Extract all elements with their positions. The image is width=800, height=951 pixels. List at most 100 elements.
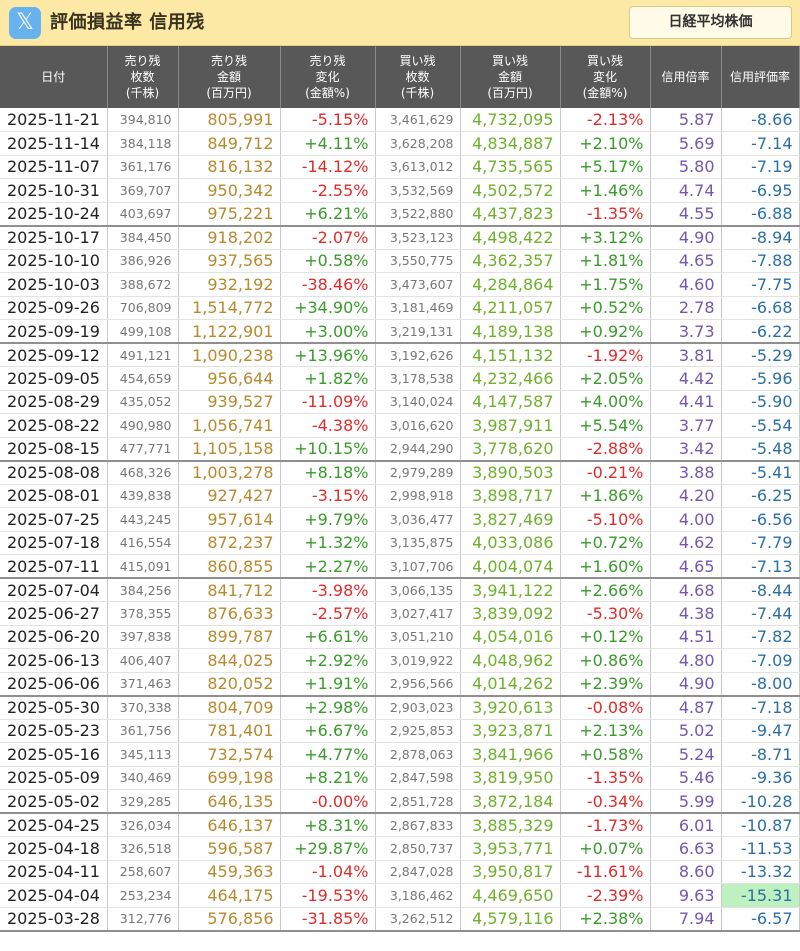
column-header-sell-shares: 売り残 枚数 (千株)	[107, 46, 179, 108]
cell-margin-eval-rate: -10.28	[721, 789, 800, 814]
cell-sell-amount: 849,712	[178, 131, 281, 156]
cell-date: 2025-05-23	[0, 719, 108, 743]
cell-sell-shares: 253,234	[107, 883, 179, 908]
cell-margin-ratio: 6.63	[650, 836, 722, 861]
cell-sell-amount: 860,855	[178, 554, 281, 579]
column-header-buy-amount: 買い残 金額 (百万円)	[460, 46, 561, 108]
cell-margin-eval-rate: -5.48	[721, 437, 800, 462]
column-header-line: 売り残	[309, 54, 346, 68]
cell-date: 2025-05-30	[0, 695, 108, 720]
cell-margin-ratio: 4.90	[650, 672, 722, 697]
cell-buy-change: +1.75%	[560, 272, 651, 297]
cell-date: 2025-10-10	[0, 249, 108, 273]
column-header-line: (千株)	[400, 86, 435, 100]
cell-buy-amount: 4,004,074	[460, 554, 561, 579]
cell-margin-eval-rate: -5.54	[721, 413, 800, 438]
cell-margin-eval-rate: -13.32	[721, 860, 800, 884]
cell-buy-change: +0.86%	[560, 648, 651, 673]
cell-margin-eval-rate: -7.19	[721, 155, 800, 179]
cell-date: 2025-08-29	[0, 390, 108, 414]
column-header-buy-change: 買い残 変化 (金額%)	[560, 46, 651, 108]
cell-buy-amount: 3,839,092	[460, 601, 561, 626]
table-body: 2025-11-21 394,810 805,991 -5.15% 3,461,629 4…	[0, 108, 800, 932]
table-row: 2025-06-06 371,463 820,052 +1.91% 2,956,566 4…	[0, 672, 800, 697]
cell-buy-amount: 4,834,887	[460, 131, 561, 156]
cell-margin-eval-rate: -6.22	[721, 319, 800, 344]
column-header-line: 買い残	[399, 54, 436, 68]
cell-buy-shares: 3,178,538	[375, 366, 461, 391]
cell-buy-amount: 3,953,771	[460, 836, 561, 861]
table-row: 2025-10-03 388,672 932,192 -38.46% 3,473,607…	[0, 272, 800, 297]
cell-buy-shares: 2,944,290	[375, 437, 461, 462]
cell-buy-shares: 2,850,737	[375, 836, 461, 861]
cell-buy-change: +2.13%	[560, 719, 651, 743]
column-header-line: 枚数	[130, 70, 155, 84]
cell-buy-change: -0.08%	[560, 695, 651, 720]
cell-buy-change: -1.73%	[560, 813, 651, 837]
column-header-line: 信用評価率	[729, 70, 790, 84]
cell-margin-ratio: 5.99	[650, 789, 722, 814]
cell-buy-amount: 3,872,184	[460, 789, 561, 814]
table-row: 2025-07-18 416,554 872,237 +1.32% 3,135,875 4…	[0, 531, 800, 555]
table-row: 2025-08-08 468,326 1,003,278 +8.18% 2,979,28…	[0, 460, 800, 485]
cell-buy-amount: 4,735,565	[460, 155, 561, 179]
cell-date: 2025-10-17	[0, 225, 108, 250]
cell-sell-shares: 477,771	[107, 437, 179, 462]
cell-buy-shares: 3,262,512	[375, 907, 461, 932]
cell-buy-shares: 3,027,417	[375, 601, 461, 626]
cell-buy-shares: 3,532,569	[375, 178, 461, 203]
cell-sell-shares: 394,810	[107, 108, 179, 132]
cell-margin-eval-rate: -8.00	[721, 672, 800, 697]
x-share-icon[interactable]: 𝕏	[9, 7, 41, 39]
cell-date: 2025-11-14	[0, 131, 108, 156]
table-row: 2025-10-31 369,707 950,342 -2.55% 3,532,569 4…	[0, 178, 800, 203]
table-row: 2025-05-16 345,113 732,574 +4.77% 2,878,063 3…	[0, 742, 800, 767]
cell-buy-amount: 4,014,262	[460, 672, 561, 697]
table-row: 2025-11-07 361,176 816,132 -14.12% 3,613,012…	[0, 155, 800, 179]
column-header-line: (千株)	[125, 86, 160, 100]
cell-sell-change: -2.57%	[280, 601, 376, 626]
cell-sell-amount: 1,514,772	[178, 296, 281, 320]
cell-buy-change: -5.30%	[560, 601, 651, 626]
column-header-margin-eval-rate: 信用評価率	[721, 46, 800, 108]
cell-sell-amount: 1,090,238	[178, 343, 281, 367]
cell-date: 2025-09-26	[0, 296, 108, 320]
table-row: 2025-09-12 491,121 1,090,238 +13.96% 3,192,6…	[0, 343, 800, 367]
cell-sell-change: +8.31%	[280, 813, 376, 837]
cell-margin-ratio: 4.55	[650, 202, 722, 227]
cell-buy-amount: 4,147,587	[460, 390, 561, 414]
cell-buy-shares: 3,613,012	[375, 155, 461, 179]
cell-sell-change: -0.00%	[280, 789, 376, 814]
cell-buy-amount: 3,923,871	[460, 719, 561, 743]
cell-sell-shares: 397,838	[107, 625, 179, 649]
table-header-row: 日付 売り残 枚数 (千株) 売り残 金額 (百万円) 売り残 変化 (金額%) 買い残 枚数 (千株)…	[0, 46, 800, 108]
cell-margin-ratio: 3.73	[650, 319, 722, 344]
cell-sell-amount: 1,056,741	[178, 413, 281, 438]
column-header-line: (百万円)	[487, 86, 533, 100]
cell-sell-amount: 1,105,158	[178, 437, 281, 462]
cell-date: 2025-09-19	[0, 319, 108, 344]
cell-sell-change: -3.98%	[280, 578, 376, 602]
cell-buy-shares: 3,181,469	[375, 296, 461, 320]
nikkei-average-button[interactable]: 日経平均株価	[629, 6, 792, 39]
cell-date: 2025-05-02	[0, 789, 108, 814]
cell-buy-change: +0.72%	[560, 531, 651, 555]
cell-buy-amount: 4,362,357	[460, 249, 561, 273]
table-row: 2025-04-04 253,234 464,175 -19.53% 3,186,462…	[0, 883, 800, 908]
cell-margin-ratio: 4.42	[650, 366, 722, 391]
cell-sell-shares: 361,756	[107, 719, 179, 743]
cell-buy-shares: 2,998,918	[375, 484, 461, 508]
cell-buy-shares: 2,903,023	[375, 695, 461, 720]
cell-margin-eval-rate: -5.96	[721, 366, 800, 391]
cell-sell-shares: 326,518	[107, 836, 179, 861]
table-row: 2025-04-11 258,607 459,363 -1.04% 2,847,028 3…	[0, 860, 800, 884]
cell-date: 2025-04-25	[0, 813, 108, 837]
cell-buy-change: +1.46%	[560, 178, 651, 203]
cell-buy-change: -1.92%	[560, 343, 651, 367]
table-row: 2025-08-29 435,052 939,527 -11.09% 3,140,024…	[0, 390, 800, 414]
cell-buy-amount: 4,054,016	[460, 625, 561, 649]
cell-buy-change: -11.61%	[560, 860, 651, 884]
cell-margin-ratio: 7.94	[650, 907, 722, 932]
cell-sell-shares: 384,118	[107, 131, 179, 156]
cell-buy-amount: 3,841,966	[460, 742, 561, 767]
